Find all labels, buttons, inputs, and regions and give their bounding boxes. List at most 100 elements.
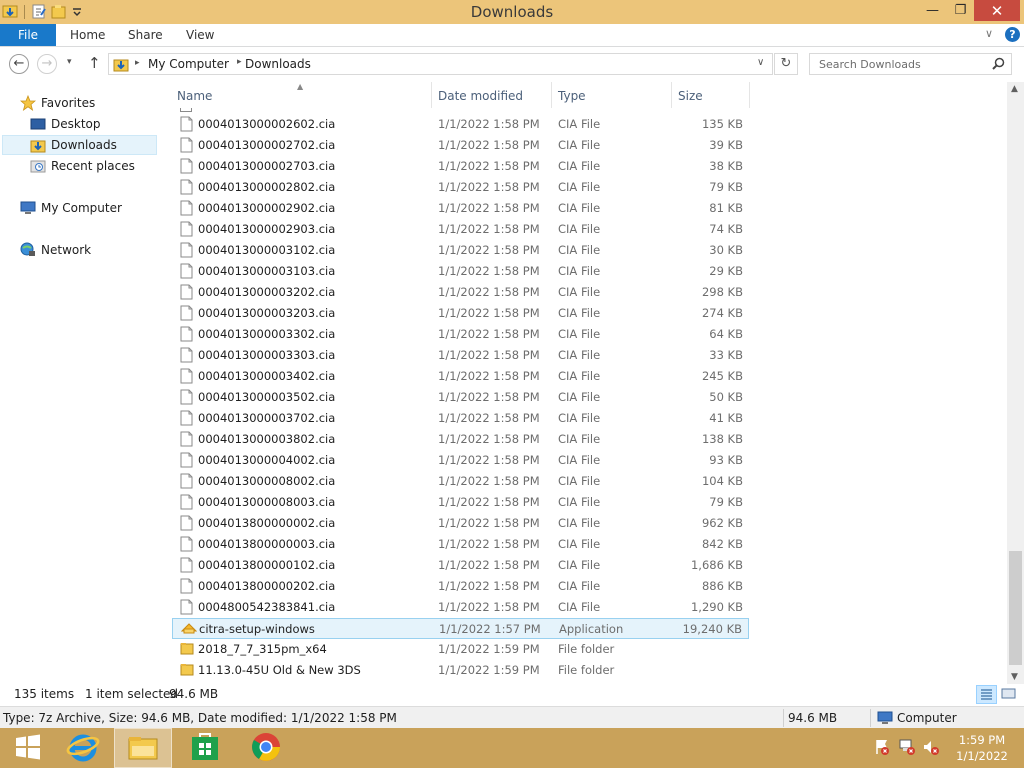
file-row[interactable]: 0004013000003702.cia 1/1/2022 1:58 PM CIA …: [172, 408, 749, 429]
file-row[interactable]: 0004013000002903.cia 1/1/2022 1:58 PM CIA …: [172, 219, 749, 240]
taskbar-store[interactable]: [177, 728, 233, 768]
column-header-size[interactable]: Size: [672, 82, 750, 108]
action-center-flag-icon[interactable]: [874, 738, 890, 759]
file-row[interactable]: 0004013000004002.cia 1/1/2022 1:58 PM CIA …: [172, 450, 749, 471]
file-row[interactable]: citra-setup-windows 1/1/2022 1:57 PM Appli…: [172, 618, 749, 639]
vertical-scrollbar[interactable]: ▲ ▼: [1007, 82, 1024, 684]
up-button[interactable]: ↑: [88, 54, 101, 72]
nav-favorites[interactable]: Favorites: [19, 93, 140, 113]
folder-row[interactable]: 11.13.0-45U Old & New 3DS 1/1/2022 1:59 P…: [172, 660, 749, 681]
tab-share[interactable]: Share: [128, 24, 163, 46]
address-dropdown-icon[interactable]: ∨: [757, 57, 764, 68]
selection-size: 94.6 MB: [169, 687, 219, 701]
start-button[interactable]: [0, 728, 56, 768]
file-row[interactable]: 0004013000002902.cia 1/1/2022 1:58 PM CIA …: [172, 198, 749, 219]
taskbar-chrome[interactable]: [238, 728, 294, 768]
volume-muted-icon[interactable]: [922, 738, 940, 759]
file-name: 0004013000003102.cia: [198, 243, 336, 257]
forward-button[interactable]: →: [37, 54, 57, 74]
close-button[interactable]: ✕: [974, 0, 1020, 21]
refresh-button[interactable]: ↻: [774, 53, 798, 75]
large-icons-view-button[interactable]: [999, 685, 1020, 704]
help-icon[interactable]: ?: [1005, 27, 1020, 42]
scroll-up-icon[interactable]: ▲: [1011, 84, 1018, 94]
file-type: CIA File: [558, 159, 601, 173]
file-row[interactable]: 0004013000003302.cia 1/1/2022 1:58 PM CIA …: [172, 324, 749, 345]
file-row[interactable]: 0004013800000202.cia 1/1/2022 1:58 PM CIA …: [172, 576, 749, 597]
nav-my-computer[interactable]: My Computer: [20, 198, 145, 218]
file-row[interactable]: 0004013000003802.cia 1/1/2022 1:58 PM CIA …: [172, 429, 749, 450]
file-type: File folder: [558, 642, 615, 656]
taskbar-file-explorer[interactable]: [114, 728, 172, 768]
file-row[interactable]: 0004013000003102.cia 1/1/2022 1:58 PM CIA …: [172, 240, 749, 261]
file-row[interactable]: 0004013000008003.cia 1/1/2022 1:58 PM CIA …: [172, 492, 749, 513]
search-input[interactable]: [810, 54, 985, 74]
file-date-modified: 1/1/2022 1:58 PM: [438, 117, 540, 131]
file-name: 0004013000002902.cia: [198, 201, 336, 215]
computer-icon: [20, 200, 36, 216]
document-icon: [180, 221, 193, 237]
document-icon: [180, 347, 193, 363]
file-type: CIA File: [558, 138, 601, 152]
taskbar-internet-explorer[interactable]: [55, 728, 111, 768]
file-type: File folder: [558, 663, 615, 677]
file-row[interactable]: 0004800542383841.cia 1/1/2022 1:58 PM CIA …: [172, 597, 749, 618]
file-type: CIA File: [558, 348, 601, 362]
address-bar[interactable]: ▸ My Computer ▸ Downloads ∨: [108, 53, 773, 75]
file-row[interactable]: 0004013000003303.cia 1/1/2022 1:58 PM CIA …: [172, 345, 749, 366]
network-status-icon[interactable]: [898, 738, 916, 759]
tab-view[interactable]: View: [186, 24, 214, 46]
nav-desktop[interactable]: Desktop: [30, 114, 150, 134]
back-button[interactable]: ←: [9, 54, 29, 74]
file-row[interactable]: 0004013000002802.cia 1/1/2022 1:58 PM CIA …: [172, 177, 749, 198]
file-row[interactable]: 0004013800000102.cia 1/1/2022 1:58 PM CIA …: [172, 555, 749, 576]
folder-icon: [180, 662, 194, 678]
scrollbar-thumb[interactable]: [1009, 551, 1022, 665]
tab-file[interactable]: File: [0, 24, 56, 46]
breadcrumb-my-computer[interactable]: My Computer: [148, 57, 229, 71]
minimize-button[interactable]: —: [918, 0, 947, 21]
column-header-type[interactable]: Type: [552, 82, 672, 108]
folder-row[interactable]: 2018_7_7_315pm_x64 1/1/2022 1:59 PM File f…: [172, 639, 749, 660]
file-row[interactable]: 0004013000003502.cia 1/1/2022 1:58 PM CIA …: [172, 387, 749, 408]
details-view-button[interactable]: [976, 685, 997, 704]
nav-downloads[interactable]: Downloads: [2, 135, 157, 155]
star-icon: [19, 94, 37, 111]
maximize-button[interactable]: ❐: [947, 0, 974, 21]
column-header-date[interactable]: Date modified: [432, 82, 552, 108]
tab-home[interactable]: Home: [70, 24, 105, 46]
computer-icon: [877, 711, 893, 728]
system-clock[interactable]: 1:59 PM 1/1/2022: [950, 732, 1014, 764]
file-row[interactable]: 0004013800000003.cia 1/1/2022 1:58 PM CIA …: [172, 534, 749, 555]
file-row[interactable]: 0004013000003103.cia 1/1/2022 1:58 PM CIA …: [172, 261, 749, 282]
breadcrumb-downloads[interactable]: Downloads: [245, 57, 311, 71]
file-size: 842 KB: [701, 537, 743, 551]
document-icon: [180, 284, 193, 300]
file-date-modified: 1/1/2022 1:58 PM: [438, 306, 540, 320]
scroll-down-icon[interactable]: ▼: [1011, 672, 1018, 682]
file-date-modified: 1/1/2022 1:58 PM: [438, 390, 540, 404]
nav-network[interactable]: Network: [20, 240, 145, 260]
document-icon: [180, 158, 193, 174]
file-row[interactable]: 0004013000002602.cia 1/1/2022 1:58 PM CIA …: [172, 114, 749, 135]
document-icon: [180, 515, 193, 531]
file-row[interactable]: 0004013000003202.cia 1/1/2022 1:58 PM CIA …: [172, 282, 749, 303]
file-date-modified: 1/1/2022 1:58 PM: [438, 348, 540, 362]
file-name: 0004013000002802.cia: [198, 180, 336, 194]
recent-locations-button[interactable]: ▾: [67, 57, 72, 67]
file-row[interactable]: 0004013000003203.cia 1/1/2022 1:58 PM CIA …: [172, 303, 749, 324]
details-bar: Type: 7z Archive, Size: 94.6 MB, Date mo…: [0, 706, 1024, 728]
file-row[interactable]: 0004013000003402.cia 1/1/2022 1:58 PM CIA …: [172, 366, 749, 387]
file-row[interactable]: 0004013800000002.cia 1/1/2022 1:58 PM CIA …: [172, 513, 749, 534]
search-icon[interactable]: [992, 57, 1005, 73]
file-size: 104 KB: [701, 474, 743, 488]
file-date-modified: 1/1/2022 1:57 PM: [439, 622, 541, 636]
nav-recent-places[interactable]: Recent places: [30, 156, 155, 176]
file-row[interactable]: 0004013000002702.cia 1/1/2022 1:58 PM CIA …: [172, 135, 749, 156]
expand-ribbon-icon[interactable]: ∨: [985, 27, 993, 40]
file-row[interactable]: 0004013000002703.cia 1/1/2022 1:58 PM CIA …: [172, 156, 749, 177]
file-date-modified: 1/1/2022 1:58 PM: [438, 285, 540, 299]
search-box[interactable]: [809, 53, 1012, 75]
file-row[interactable]: 0004013000008002.cia 1/1/2022 1:58 PM CIA …: [172, 471, 749, 492]
file-size: 74 KB: [709, 222, 743, 236]
